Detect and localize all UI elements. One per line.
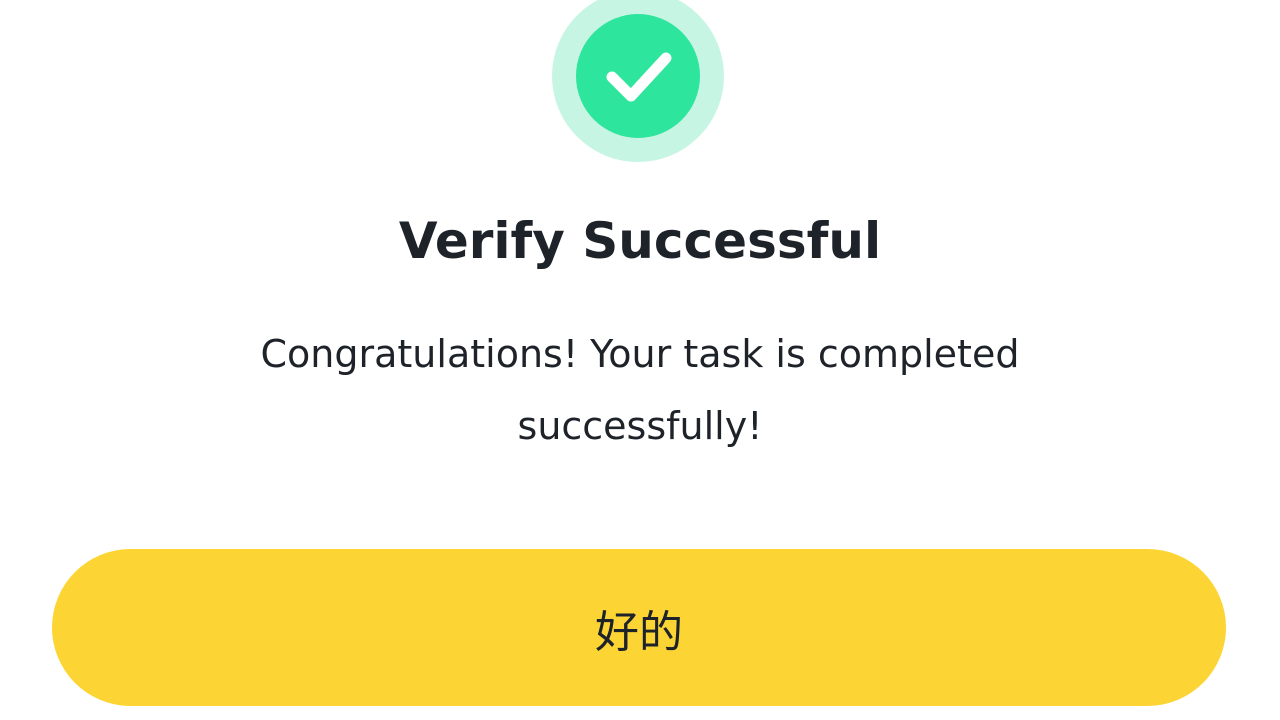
- confirm-button[interactable]: 好的: [52, 549, 1226, 706]
- success-badge-inner: [576, 14, 700, 138]
- dialog-message: Congratulations! Your task is completed …: [260, 332, 1020, 448]
- dialog-title: Verify Successful: [398, 212, 882, 270]
- confirm-button-label: 好的: [595, 606, 683, 658]
- verify-success-screen: Verify Successful Congratulations! Your …: [0, 0, 1280, 720]
- check-icon: [606, 52, 672, 102]
- success-badge: [552, 0, 724, 162]
